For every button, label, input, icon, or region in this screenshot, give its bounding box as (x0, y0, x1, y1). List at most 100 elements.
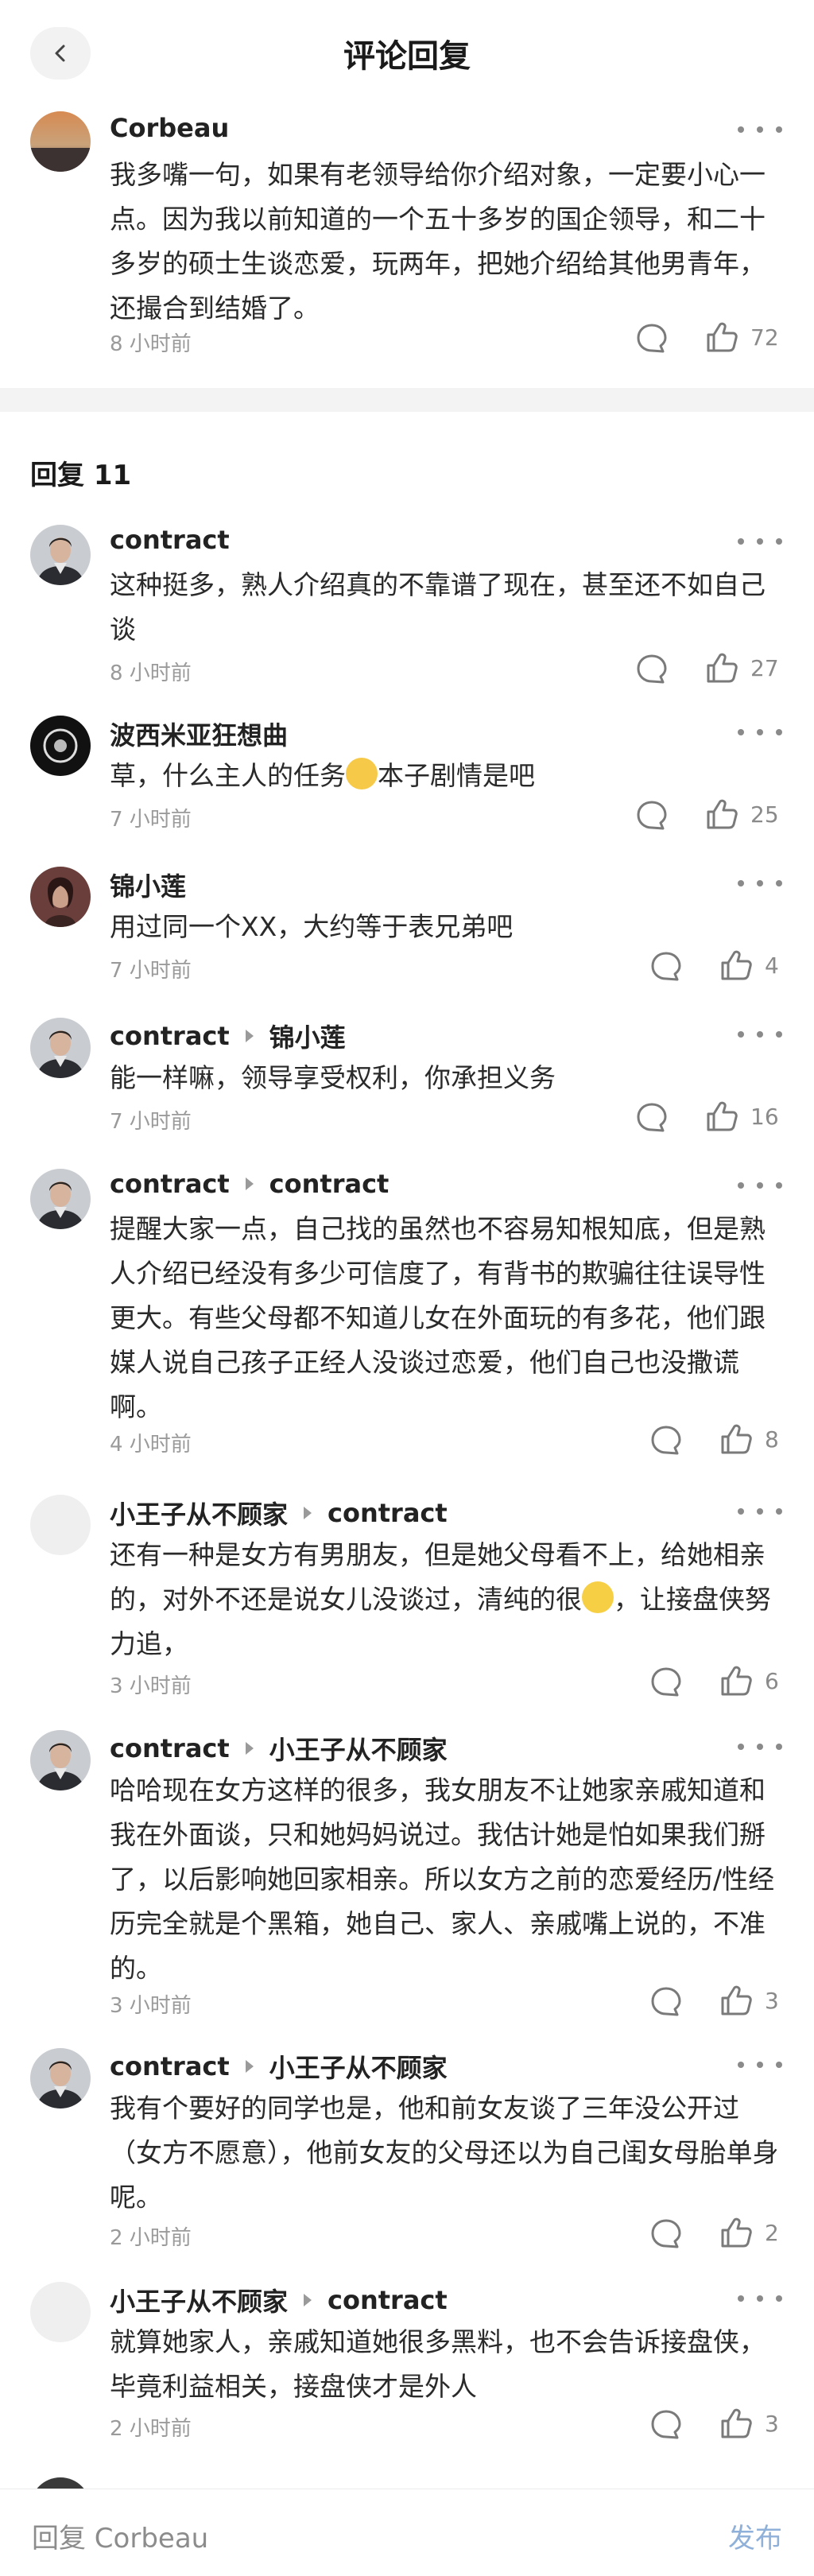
reply-icon[interactable] (634, 321, 669, 356)
reply-to-name[interactable]: contract (328, 2285, 448, 2315)
more-dots-icon (738, 1508, 744, 1515)
reply-icon[interactable] (634, 1100, 669, 1135)
more-dots-icon (738, 1182, 744, 1189)
like-icon[interactable] (719, 1663, 754, 1698)
timestamp: 7 小时前 (110, 959, 192, 983)
more-button[interactable] (738, 1022, 782, 1046)
like-icon[interactable] (719, 1422, 754, 1457)
reply-input[interactable]: 回复 Corbeau (32, 2516, 208, 2555)
timestamp: 8 小时前 (110, 661, 192, 685)
more-button[interactable] (738, 1735, 782, 1759)
yummy-emoji-icon (346, 758, 378, 789)
author-name[interactable]: 小王子从不顾家 contract (110, 1495, 448, 1531)
reply-to-arrow-icon (304, 2294, 312, 2306)
more-dots-icon (738, 1031, 744, 1038)
more-dots-icon (738, 880, 744, 886)
reply-item: 小王子从不顾家 contract 就算她家人，亲戚知道她很多黑料，也不会告诉接盘侠… (0, 2282, 814, 2465)
avatar[interactable] (30, 867, 91, 927)
reply-icon[interactable] (634, 798, 669, 833)
like-icon[interactable] (719, 2215, 754, 2250)
timestamp: 7 小时前 (110, 808, 192, 832)
comment-text: 用过同一个XX，大约等于表兄弟吧 (110, 911, 514, 942)
author-name[interactable]: contract contract (110, 1169, 389, 1199)
avatar[interactable] (30, 525, 91, 585)
reply-item: contract 小王子从不顾家 哈哈现在女方这样的很多，我女朋友不让她家亲戚知道… (0, 1730, 814, 2032)
reply-item: contract 小王子从不顾家 我有个要好的同学也是，他和前女友谈了三年没公开过… (0, 2048, 814, 2255)
reply-icon[interactable] (649, 2217, 684, 2252)
author-name[interactable]: contract 小王子从不顾家 (110, 1730, 448, 1767)
reply-icon[interactable] (649, 1423, 684, 1458)
more-dots-icon (738, 2295, 744, 2302)
timestamp: 4 小时前 (110, 1433, 192, 1457)
avatar[interactable] (30, 2048, 91, 2109)
timestamp: 8 小时前 (110, 332, 192, 356)
author-name[interactable]: 波西米亚狂想曲 (110, 716, 288, 752)
author-name[interactable]: 锦小莲 (110, 867, 186, 903)
reply-input-bar: 回复 Corbeau 发布 (0, 2489, 814, 2576)
reply-icon[interactable] (649, 1984, 684, 2019)
reply-icon[interactable] (649, 1665, 684, 1700)
like-count: 72 (750, 324, 779, 351)
reply-to-name[interactable]: contract (328, 1498, 448, 1528)
reply-to-arrow-icon (304, 1507, 312, 1519)
comment-text: 就算她家人，亲戚知道她很多黑料，也不会告诉接盘侠，毕竟利益相关，接盘侠才是外人 (110, 2326, 766, 2402)
reply-item: contract 锦小莲 能一样嘛，领导享受权利，你承担义务 7 小时前 16 (0, 1018, 814, 1145)
reply-item: 锦小莲 用过同一个XX，大约等于表兄弟吧 7 小时前 4 (0, 867, 814, 994)
reply-to-arrow-icon (245, 1742, 254, 1755)
like-icon[interactable] (704, 797, 739, 832)
reply-to-arrow-icon (245, 2060, 254, 2073)
reply-to-arrow-icon (245, 1030, 254, 1042)
avatar[interactable] (30, 716, 91, 776)
avatar[interactable] (30, 2282, 91, 2342)
more-button[interactable] (738, 118, 782, 142)
author-name[interactable]: contract 锦小莲 (110, 1018, 346, 1054)
like-icon[interactable] (719, 948, 754, 983)
more-button[interactable] (738, 720, 782, 744)
reply-icon[interactable] (649, 2407, 684, 2442)
more-button[interactable] (738, 2053, 782, 2077)
page-title: 评论回复 (343, 38, 471, 75)
reply-icon[interactable] (649, 949, 684, 984)
reply-to-name[interactable]: 小王子从不顾家 (269, 2048, 448, 2085)
avatar[interactable] (30, 1495, 91, 1555)
comment-text: 还有一种是女方有男朋友，但是她父母看不上，给她相亲的，对外不还是说女儿没谈过，清… (110, 1539, 771, 1659)
top-bar: 评论回复 (0, 0, 814, 105)
partial-list-item (0, 2473, 814, 2490)
avatar[interactable] (30, 1730, 91, 1790)
avatar[interactable] (30, 1169, 91, 1229)
comment-text: 能一样嘛，领导享受权利，你承担义务 (110, 1062, 556, 1093)
more-button[interactable] (738, 2287, 782, 2310)
more-button[interactable] (738, 1174, 782, 1197)
more-button[interactable] (738, 1499, 782, 1523)
like-icon[interactable] (704, 1099, 739, 1134)
author-name[interactable]: 小王子从不顾家 contract (110, 2282, 448, 2318)
comment-text: 提醒大家一点，自己找的虽然也不容易知根知底，但是熟人介绍已经没有多少可信度了，有… (110, 1213, 766, 1422)
like-count: 2 (765, 2220, 779, 2246)
like-count: 3 (765, 1988, 779, 2014)
like-count: 4 (765, 952, 779, 979)
like-icon[interactable] (704, 650, 739, 685)
reply-item: 波西米亚狂想曲 草，什么主人的任务 本子剧情是吧 7 小时前 25 (0, 716, 814, 843)
more-dots-icon (738, 729, 744, 735)
reply-icon[interactable] (634, 652, 669, 687)
timestamp: 3 小时前 (110, 1674, 192, 1698)
more-button[interactable] (738, 871, 782, 895)
author-name[interactable]: contract (110, 525, 230, 555)
like-count: 27 (750, 655, 779, 681)
reply-to-name[interactable]: 小王子从不顾家 (269, 1730, 448, 1767)
like-count: 16 (750, 1104, 779, 1130)
like-icon[interactable] (719, 1983, 754, 2018)
reply-to-name[interactable]: 锦小莲 (269, 1018, 346, 1054)
more-button[interactable] (738, 530, 782, 553)
like-count: 3 (765, 2411, 779, 2437)
reply-item: contract 这种挺多，熟人介绍真的不靠谱了现在，甚至还不如自己谈 8 小时… (0, 525, 814, 700)
publish-button[interactable]: 发布 (728, 2516, 782, 2555)
replies-count-header: 回复 11 (30, 460, 132, 491)
avatar[interactable] (30, 1018, 91, 1078)
reply-to-name[interactable]: contract (269, 1169, 390, 1199)
author-name[interactable]: contract 小王子从不顾家 (110, 2048, 448, 2085)
like-icon[interactable] (719, 2406, 754, 2441)
avatar[interactable] (30, 111, 91, 172)
like-icon[interactable] (704, 320, 739, 355)
author-name[interactable]: Corbeau (110, 113, 229, 143)
